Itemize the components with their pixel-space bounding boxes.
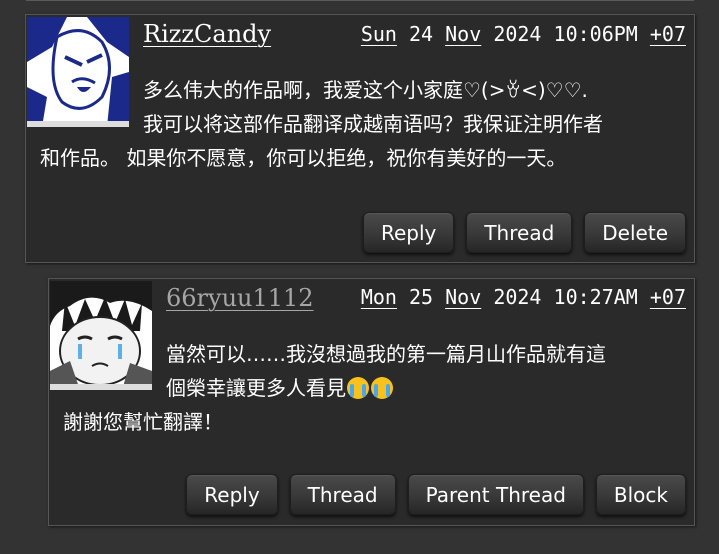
date-month[interactable]: Nov bbox=[445, 22, 481, 46]
reply-button[interactable]: Reply bbox=[362, 212, 455, 253]
comment-actions: Reply Thread Delete bbox=[362, 212, 686, 253]
comment-line: 我可以将这部作品翻译成越南语吗？我保证注明作者 bbox=[143, 112, 603, 136]
block-button[interactable]: Block bbox=[595, 474, 686, 515]
username-link[interactable]: RizzCandy bbox=[143, 20, 271, 48]
date-day: 24 bbox=[409, 22, 434, 46]
crying-face-icon bbox=[371, 377, 393, 399]
comment-reply: 66ryuu1112 Mon 25 Nov 2024 10:27AM +07 當… bbox=[48, 278, 695, 526]
date-time: 10:27AM bbox=[553, 285, 638, 309]
comment-actions: Reply Thread Parent Thread Block bbox=[186, 474, 686, 515]
comment-date: Sun 24 Nov 2024 10:06PM +07 bbox=[361, 22, 686, 46]
date-timezone[interactable]: +07 bbox=[650, 285, 686, 309]
comment-body: 多么伟大的作品啊，我爱这个小家庭♡(>ꈊ<)♡♡. 我可以将这部作品翻译成越南语… bbox=[40, 73, 684, 175]
date-day: 25 bbox=[409, 285, 434, 309]
comment-line-text: 個榮幸讓更多人看見 bbox=[166, 376, 346, 400]
crying-face-icon bbox=[347, 377, 369, 399]
divider bbox=[26, 0, 694, 1]
username-link[interactable]: 66ryuu1112 bbox=[166, 284, 314, 312]
comment-line: 當然可以……我沒想過我的第一篇月山作品就有這 bbox=[166, 342, 606, 366]
thread-button[interactable]: Thread bbox=[466, 212, 573, 253]
comment-body: 當然可以……我沒想過我的第一篇月山作品就有這 個榮幸讓更多人看見 謝謝您幫忙翻譯… bbox=[63, 337, 684, 439]
date-time: 10:06PM bbox=[553, 22, 638, 46]
date-day-name[interactable]: Sun bbox=[361, 22, 397, 46]
date-year: 2024 bbox=[493, 285, 542, 309]
parent-thread-button[interactable]: Parent Thread bbox=[407, 474, 584, 515]
date-timezone[interactable]: +07 bbox=[650, 22, 686, 46]
thread-button[interactable]: Thread bbox=[289, 474, 396, 515]
comment: RizzCandy Sun 24 Nov 2024 10:06PM +07 多么… bbox=[25, 14, 695, 263]
reply-button[interactable]: Reply bbox=[186, 474, 278, 515]
comment-line: 謝謝您幫忙翻譯！ bbox=[63, 410, 223, 434]
date-month[interactable]: Nov bbox=[445, 285, 481, 309]
delete-button[interactable]: Delete bbox=[584, 212, 686, 253]
date-day-name[interactable]: Mon bbox=[361, 285, 397, 309]
comment-line: 個榮幸讓更多人看見 bbox=[63, 371, 684, 405]
comment-line: 和作品。 如果你不愿意，你可以拒绝，祝你有美好的一天。 bbox=[40, 146, 567, 170]
comment-date: Mon 25 Nov 2024 10:27AM +07 bbox=[361, 285, 686, 309]
date-year: 2024 bbox=[493, 22, 542, 46]
comment-line: 多么伟大的作品啊，我爱这个小家庭♡(>ꈊ<)♡♡. bbox=[143, 78, 588, 102]
